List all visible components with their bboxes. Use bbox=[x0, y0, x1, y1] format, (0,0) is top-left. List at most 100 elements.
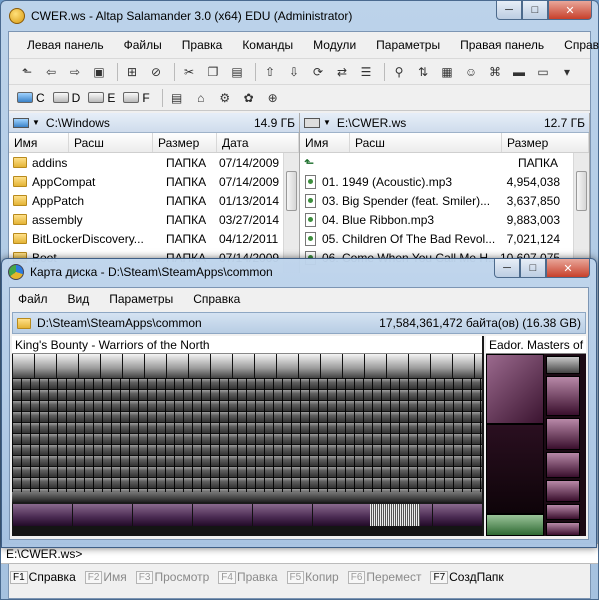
network-drive-icon[interactable]: ⚙ bbox=[215, 89, 235, 107]
close-button[interactable]: ✕ bbox=[548, 1, 592, 20]
drive-e[interactable]: E bbox=[88, 91, 115, 105]
menu-left-panel[interactable]: Левая панель bbox=[9, 38, 114, 52]
app-icon[interactable] bbox=[9, 8, 25, 24]
scroll-thumb[interactable] bbox=[576, 171, 587, 211]
table-row[interactable]: 04. Blue Ribbon.mp3 9,883,003 bbox=[300, 210, 589, 229]
col-name[interactable]: Имя bbox=[300, 133, 350, 152]
drive-d[interactable]: D bbox=[52, 91, 80, 105]
fkey-copy[interactable]: F5 Копир bbox=[286, 570, 339, 584]
cut-icon[interactable]: ✂ bbox=[179, 63, 199, 81]
more-icon[interactable]: ▾ bbox=[557, 63, 577, 81]
left-scrollbar[interactable] bbox=[283, 153, 299, 273]
right-scrollbar[interactable] bbox=[573, 153, 589, 273]
disk-map-treemap[interactable]: King's Bounty - Warriors of the North Ea… bbox=[12, 336, 586, 536]
menu-plugins[interactable]: Модули bbox=[303, 38, 366, 52]
menu-files[interactable]: Файлы bbox=[114, 38, 172, 52]
folder-icon bbox=[13, 195, 27, 206]
chevron-down-icon[interactable]: ▼ bbox=[32, 118, 40, 127]
fkey-view[interactable]: F3 Просмотр bbox=[135, 570, 210, 584]
right-panel[interactable]: ▼ E:\CWER.ws 12.7 ГБ Имя Расш Размер ⬑ П… bbox=[300, 113, 590, 273]
menu-help[interactable]: Справка bbox=[183, 292, 250, 306]
treemap-zone-kings-bounty[interactable]: King's Bounty - Warriors of the North bbox=[12, 336, 482, 536]
drive-label: E bbox=[107, 90, 116, 105]
maximize-button[interactable]: □ bbox=[520, 259, 546, 278]
toolbar-separator bbox=[255, 62, 256, 81]
col-size[interactable]: Размер bbox=[502, 133, 589, 152]
col-date[interactable]: Дата bbox=[217, 133, 299, 152]
find-icon[interactable]: ⚲ bbox=[389, 63, 409, 81]
fkey-key: F5 bbox=[286, 570, 305, 584]
table-row[interactable]: AppCompat ПАПКА 07/14/2009 bbox=[9, 172, 299, 191]
scroll-thumb[interactable] bbox=[286, 171, 297, 211]
title-bar[interactable]: CWER.ws - Altap Salamander 3.0 (x64) EDU… bbox=[1, 1, 598, 31]
compare-icon[interactable]: ⇄ bbox=[332, 63, 352, 81]
disk-map-path-bar[interactable]: D:\Steam\SteamApps\common 17,584,361,472… bbox=[12, 312, 586, 334]
network-icon[interactable]: ⌘ bbox=[485, 63, 505, 81]
fkey-move[interactable]: F6 Перемест bbox=[347, 570, 421, 584]
chevron-down-icon[interactable]: ▼ bbox=[323, 118, 331, 127]
sort-icon[interactable]: ⇅ bbox=[413, 63, 433, 81]
menu-view[interactable]: Вид bbox=[58, 292, 100, 306]
treemap-zone-eador[interactable]: Eador. Masters of t bbox=[484, 336, 586, 536]
menu-edit[interactable]: Правка bbox=[172, 38, 233, 52]
col-ext[interactable]: Расш bbox=[350, 133, 502, 152]
menu-commands[interactable]: Команды bbox=[232, 38, 303, 52]
col-ext[interactable]: Расш bbox=[69, 133, 153, 152]
up-dir-icon: ⬑ bbox=[304, 155, 315, 170]
table-row[interactable]: BitLockerDiscovery... ПАПКА 04/12/2011 bbox=[9, 229, 299, 248]
audio-file-icon bbox=[305, 231, 316, 246]
file-size: ПАПКА bbox=[166, 212, 207, 227]
filter-icon[interactable]: ▣ bbox=[89, 63, 109, 81]
disk-map-icon[interactable] bbox=[8, 264, 24, 280]
disk-map-title-bar[interactable]: Карта диска - D:\Steam\SteamApps\common … bbox=[2, 259, 596, 285]
minimize-button[interactable]: ─ bbox=[494, 259, 520, 278]
paste-icon[interactable]: ▤ bbox=[227, 63, 247, 81]
table-row[interactable]: 01. 1949 (Acoustic).mp3 4,954,038 bbox=[300, 172, 589, 191]
minimize-button[interactable]: ─ bbox=[496, 1, 522, 20]
back-icon[interactable]: ⇦ bbox=[41, 63, 61, 81]
unselect-icon[interactable]: ⊘ bbox=[146, 63, 166, 81]
copy-path-icon[interactable]: ▤ bbox=[167, 89, 187, 107]
fkey-edit[interactable]: F4 Правка bbox=[218, 570, 278, 584]
col-size[interactable]: Размер bbox=[153, 133, 217, 152]
fkey-label: Просмотр bbox=[154, 570, 210, 584]
drive-f[interactable]: F bbox=[123, 91, 150, 105]
zip-icon[interactable]: ▦ bbox=[437, 63, 457, 81]
right-path-bar[interactable]: ▼ E:\CWER.ws 12.7 ГБ bbox=[300, 113, 589, 133]
right-path: E:\CWER.ws bbox=[336, 115, 407, 130]
table-row[interactable]: AppPatch ПАПКА 01/13/2014 bbox=[9, 191, 299, 210]
cmd-icon[interactable]: ▬ bbox=[509, 63, 529, 81]
fkey-help[interactable]: F1 Справка bbox=[10, 570, 76, 584]
maximize-button[interactable]: □ bbox=[522, 1, 548, 20]
user-icon[interactable]: ☺ bbox=[461, 63, 481, 81]
left-panel[interactable]: ▼ C:\Windows 14.9 ГБ Имя Расш Размер Дат… bbox=[9, 113, 300, 273]
close-button[interactable]: ✕ bbox=[546, 259, 590, 278]
ftp-icon[interactable]: ⊕ bbox=[263, 89, 283, 107]
table-row[interactable]: assembly ПАПКА 03/27/2014 bbox=[9, 210, 299, 229]
forward-icon[interactable]: ⇨ bbox=[65, 63, 85, 81]
left-path-bar[interactable]: ▼ C:\Windows 14.9 ГБ bbox=[9, 113, 299, 133]
home-icon[interactable]: ⌂ bbox=[191, 89, 211, 107]
table-row[interactable]: addins ПАПКА 07/14/2009 bbox=[9, 153, 299, 172]
menu-file[interactable]: Файл bbox=[10, 292, 58, 306]
menu-right-panel[interactable]: Правая панель bbox=[450, 38, 554, 52]
table-row[interactable]: 03. Big Spender (feat. Smiler)... 3,637,… bbox=[300, 191, 589, 210]
plugin-icon[interactable]: ✿ bbox=[239, 89, 259, 107]
table-row-up[interactable]: ⬑ ПАПКА bbox=[300, 153, 589, 172]
table-row[interactable]: 05. Children Of The Bad Revol... 7,021,1… bbox=[300, 229, 589, 248]
copy-icon[interactable]: ❐ bbox=[203, 63, 223, 81]
drive-c[interactable]: C bbox=[17, 91, 45, 105]
menu-help[interactable]: Справка bbox=[554, 38, 599, 52]
parent-dir-icon[interactable]: ⬑ bbox=[17, 63, 37, 81]
fkey-rename[interactable]: F2 Имя bbox=[84, 570, 127, 584]
col-name[interactable]: Имя bbox=[9, 133, 69, 152]
down-icon[interactable]: ⇩ bbox=[284, 63, 304, 81]
view-icon[interactable]: ▭ bbox=[533, 63, 553, 81]
tree-icon[interactable]: ☰ bbox=[356, 63, 376, 81]
up-icon[interactable]: ⇧ bbox=[260, 63, 280, 81]
menu-options[interactable]: Параметры bbox=[366, 38, 450, 52]
fkey-mkdir[interactable]: F7 СоздПапк bbox=[430, 570, 504, 584]
menu-options[interactable]: Параметры bbox=[99, 292, 183, 306]
refresh-icon[interactable]: ⟳ bbox=[308, 63, 328, 81]
select-icon[interactable]: ⊞ bbox=[122, 63, 142, 81]
